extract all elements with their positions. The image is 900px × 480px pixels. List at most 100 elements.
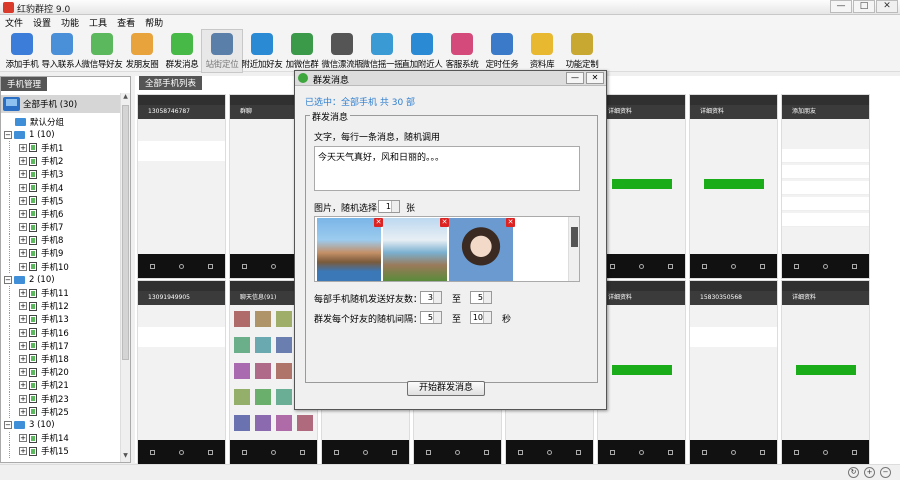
phone-screen[interactable]: 详细资料 <box>689 94 778 279</box>
avatar[interactable] <box>276 363 292 379</box>
avatar[interactable] <box>297 415 313 431</box>
nav-button-icon[interactable] <box>760 449 765 455</box>
nav-button-icon[interactable] <box>242 263 247 269</box>
add-contact-button[interactable] <box>796 365 856 375</box>
expand-icon[interactable]: + <box>19 262 27 271</box>
nav-button-icon[interactable] <box>794 263 799 269</box>
nav-button-icon[interactable] <box>668 263 673 269</box>
tree-group-default[interactable]: 默认分组 <box>1 115 121 128</box>
message-textarea[interactable]: 今天天气真好，风和日丽的。。。 <box>314 146 580 191</box>
tree-phone-item[interactable]: + 手机4 <box>1 180 121 194</box>
phone-screen[interactable]: 添加朋友 <box>781 94 870 279</box>
close-button[interactable]: ✕ <box>876 0 898 13</box>
nav-button-icon[interactable] <box>518 449 523 455</box>
avatar[interactable] <box>255 415 271 431</box>
nav-button-icon[interactable] <box>426 449 431 455</box>
nav-button-icon[interactable] <box>179 263 184 269</box>
interval-min-stepper[interactable]: 5 <box>420 311 442 324</box>
image-thumbnail-pier[interactable] <box>383 218 447 281</box>
tree-phone-item[interactable]: + 手机2 <box>1 154 121 168</box>
nav-button-icon[interactable] <box>208 449 213 455</box>
expand-icon[interactable]: + <box>19 209 27 218</box>
avatar[interactable] <box>234 337 250 353</box>
toolbar-button-10[interactable]: 直加附近人 <box>402 30 443 72</box>
refresh-icon[interactable]: ↻ <box>848 467 859 478</box>
expand-icon[interactable]: + <box>19 236 27 245</box>
avatar[interactable] <box>276 415 292 431</box>
dialog-minimize-button[interactable]: — <box>566 72 584 84</box>
tree-group[interactable]: − 2 (10) <box>1 273 121 286</box>
nav-button-icon[interactable] <box>610 263 615 269</box>
expand-icon[interactable]: + <box>19 447 27 456</box>
tab-all-phones[interactable]: 全部手机列表 <box>139 76 203 90</box>
nav-button-icon[interactable] <box>208 263 213 269</box>
list-item[interactable] <box>782 181 869 195</box>
tree-phone-item[interactable]: + 手机11 <box>1 286 121 300</box>
tree-scrollbar[interactable]: ▲ ▼ <box>120 93 130 462</box>
tree-phone-item[interactable]: + 手机21 <box>1 378 121 392</box>
toolbar-button-9[interactable]: 微信摇一摇 <box>362 30 403 72</box>
tree-phone-item[interactable]: + 手机16 <box>1 326 121 339</box>
nav-button-icon[interactable] <box>823 263 828 269</box>
nav-button-icon[interactable] <box>731 449 736 455</box>
nav-button-icon[interactable] <box>271 449 276 455</box>
scroll-thumb[interactable] <box>122 105 129 360</box>
avatar[interactable] <box>255 337 271 353</box>
menu-tools[interactable]: 工具 <box>84 15 112 30</box>
avatar[interactable] <box>255 363 271 379</box>
maximize-button[interactable]: □ <box>853 0 875 13</box>
add-contact-button[interactable] <box>612 179 672 189</box>
nav-button-icon[interactable] <box>300 449 305 455</box>
tree-phone-item[interactable]: + 手机17 <box>1 339 121 353</box>
tree-group[interactable]: − 3 (10) <box>1 418 121 431</box>
interval-max-stepper[interactable]: 10 <box>470 311 492 324</box>
tree-group[interactable]: − 1 (10) <box>1 128 121 141</box>
delete-image-icon[interactable]: ✕ <box>440 218 449 227</box>
phone-screen[interactable]: 详细资料 <box>781 280 870 465</box>
phone-screen[interactable]: 详细资料 <box>597 94 686 279</box>
tab-phone-manager[interactable]: 手机管理 <box>1 77 48 91</box>
avatar[interactable] <box>255 389 271 405</box>
toolbar-button-2[interactable]: 微信导好友 <box>82 30 123 72</box>
nav-button-icon[interactable] <box>823 449 828 455</box>
toolbar-button-3[interactable]: 发朋友圈 <box>122 30 162 72</box>
toolbar-button-7[interactable]: 加微信群 <box>282 30 322 72</box>
nav-button-icon[interactable] <box>179 449 184 455</box>
friends-max-stepper[interactable]: 5 <box>470 291 492 304</box>
expand-icon[interactable]: + <box>19 407 27 416</box>
menu-settings[interactable]: 设置 <box>28 15 56 30</box>
nav-button-icon[interactable] <box>852 263 857 269</box>
avatar[interactable] <box>276 389 292 405</box>
image-list-scrollbar[interactable] <box>568 217 579 281</box>
nav-button-icon[interactable] <box>363 449 368 455</box>
expand-icon[interactable]: + <box>19 328 27 337</box>
nav-button-icon[interactable] <box>334 449 339 455</box>
avatar[interactable] <box>234 363 250 379</box>
tree-phone-item[interactable]: + 手机7 <box>1 220 121 234</box>
start-mass-message-button[interactable]: 开始群发消息 <box>407 381 485 396</box>
image-count-stepper[interactable]: 1 <box>378 200 400 213</box>
nav-button-icon[interactable] <box>271 263 276 269</box>
expand-icon[interactable]: + <box>19 315 27 324</box>
nav-button-icon[interactable] <box>484 449 489 455</box>
avatar[interactable] <box>276 337 292 353</box>
nav-button-icon[interactable] <box>668 449 673 455</box>
expand-icon[interactable]: + <box>19 394 27 403</box>
list-item[interactable] <box>782 149 869 163</box>
tree-phone-item[interactable]: + 手机6 <box>1 207 121 221</box>
list-item[interactable] <box>782 213 869 227</box>
phone-screen[interactable]: 详细资料 <box>597 280 686 465</box>
toolbar-button-0[interactable]: 添加手机 <box>2 30 42 72</box>
nav-button-icon[interactable] <box>547 449 552 455</box>
scroll-up-icon[interactable]: ▲ <box>121 93 130 103</box>
nav-button-icon[interactable] <box>639 449 644 455</box>
add-contact-button[interactable] <box>704 179 764 189</box>
avatar[interactable] <box>276 311 292 327</box>
menu-file[interactable]: 文件 <box>0 15 28 30</box>
nav-button-icon[interactable] <box>702 449 707 455</box>
tree-phone-item[interactable]: + 手机15 <box>1 444 121 458</box>
tree-phone-item[interactable]: + 手机13 <box>1 312 121 326</box>
minimize-button[interactable]: — <box>830 0 852 13</box>
zoom-out-icon[interactable]: − <box>880 467 891 478</box>
collapse-icon[interactable]: − <box>4 420 12 429</box>
